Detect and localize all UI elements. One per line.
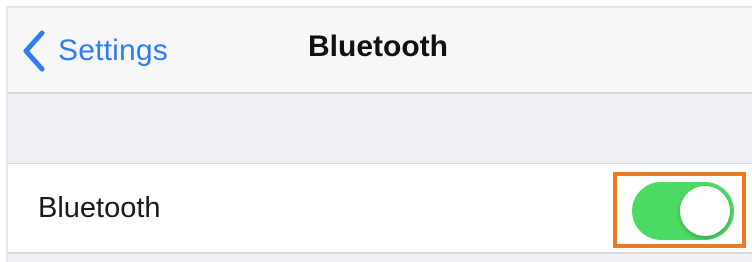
section-spacer-bottom [8, 254, 752, 262]
bluetooth-setting-label: Bluetooth [38, 192, 161, 224]
navigation-bar: Settings Bluetooth [8, 8, 752, 94]
bluetooth-toggle-switch[interactable] [632, 182, 734, 240]
toggle-knob [680, 186, 730, 236]
chevron-left-icon [23, 30, 45, 72]
bluetooth-settings-screen: Settings Bluetooth Bluetooth [0, 0, 752, 262]
page-title: Bluetooth [308, 30, 448, 63]
section-spacer [8, 94, 752, 164]
back-button[interactable]: Settings [22, 26, 168, 76]
back-button-label[interactable]: Settings [58, 34, 168, 68]
